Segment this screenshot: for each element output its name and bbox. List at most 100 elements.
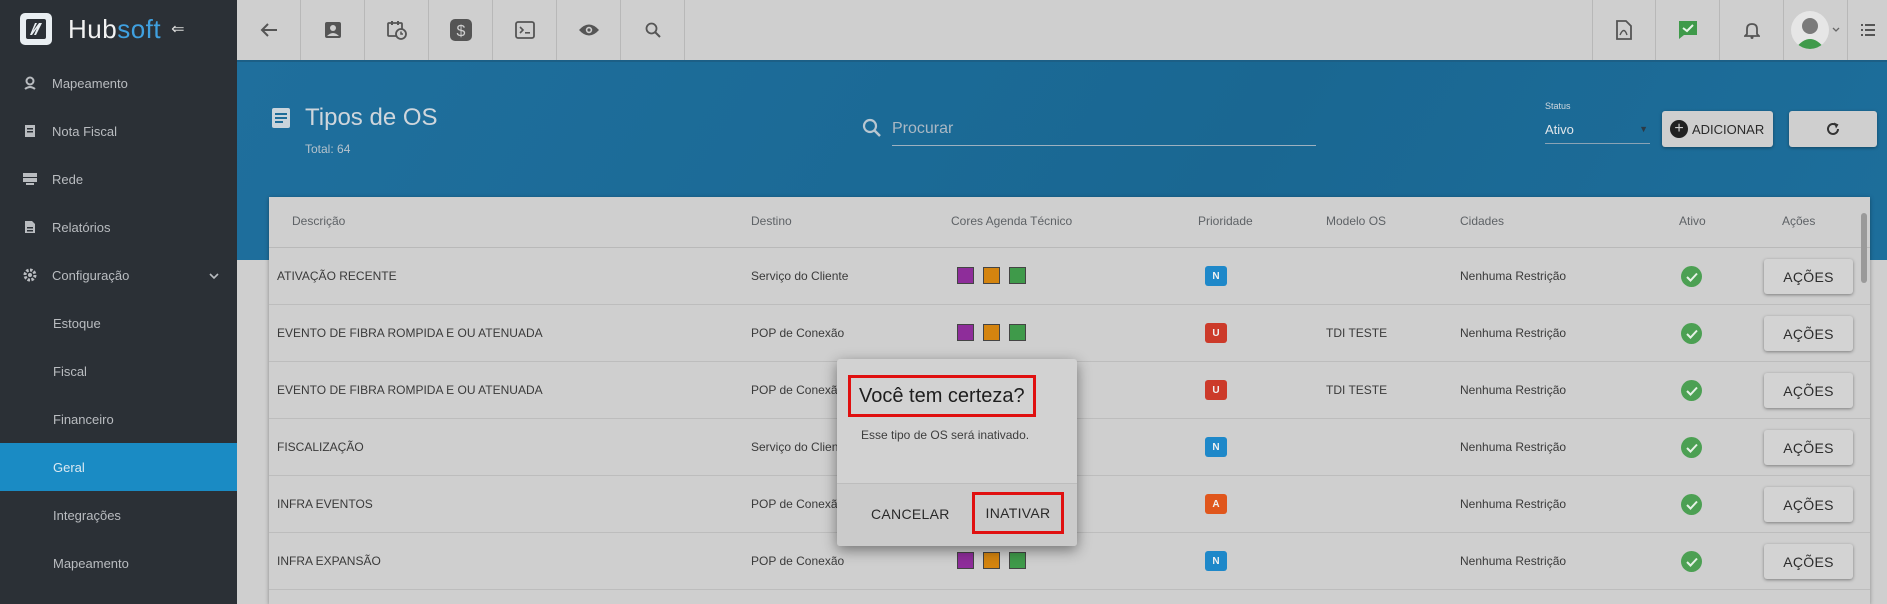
- search-icon: [645, 22, 661, 38]
- server-icon: [22, 172, 38, 186]
- color-swatch: [983, 324, 1000, 341]
- sidebar-item-label: Financeiro: [53, 411, 114, 427]
- chevron-down-icon: [1832, 27, 1840, 32]
- cell-cidades: Nenhuma Restrição: [1460, 269, 1567, 283]
- color-swatch: [1009, 552, 1026, 569]
- color-swatch: [957, 552, 974, 569]
- acoes-button[interactable]: AÇÕES: [1764, 544, 1853, 579]
- sidebar-item-financeiro[interactable]: Financeiro: [0, 395, 237, 443]
- sidebar-item-relatorios[interactable]: Relatórios: [0, 203, 237, 251]
- sidebar-item-label: Relatórios: [52, 219, 111, 235]
- inativar-button[interactable]: INATIVAR: [972, 492, 1064, 534]
- cell-descricao: INFRA EVENTOS: [277, 497, 373, 511]
- cell-destino: POP de Conexão: [751, 326, 845, 340]
- sidebar-item-label: Integrações: [53, 507, 121, 523]
- cell-descricao: EVENTO DE FIBRA ROMPIDA E OU ATENUADA: [277, 383, 543, 397]
- sidebar-item-nota-fiscal[interactable]: Nota Fiscal: [0, 107, 237, 155]
- column-header-cidades[interactable]: Cidades: [1460, 214, 1504, 228]
- terminal-button[interactable]: [493, 0, 557, 60]
- add-button[interactable]: + ADICIONAR: [1662, 111, 1773, 147]
- receipt-icon: [22, 124, 38, 138]
- sidebar-item-label: Configuração: [52, 267, 130, 283]
- finance-button[interactable]: $: [429, 0, 493, 60]
- column-header-cores[interactable]: Cores Agenda Técnico: [951, 214, 1072, 228]
- cell-destino: POP de Conexão: [751, 497, 845, 511]
- refresh-button[interactable]: [1789, 111, 1877, 147]
- caret-down-icon: ▼: [1639, 124, 1648, 134]
- status-label: Status: [1545, 101, 1571, 111]
- sidebar: Hubsoft ⇐ Mapeamento Nota Fiscal Rede Re…: [0, 0, 237, 604]
- contact-button[interactable]: [301, 0, 365, 60]
- cell-cidades: Nenhuma Restrição: [1460, 554, 1567, 568]
- sidebar-item-integracoes[interactable]: Integrações: [0, 491, 237, 539]
- sidebar-item-mapeamento-sub[interactable]: Mapeamento: [0, 539, 237, 587]
- sidebar-item-rede[interactable]: Rede: [0, 155, 237, 203]
- gear-icon: [22, 268, 38, 282]
- hubsoft-logo-icon: [20, 13, 52, 45]
- approvals-button[interactable]: [1656, 0, 1720, 60]
- acoes-button[interactable]: AÇÕES: [1764, 487, 1853, 522]
- sidebar-item-label: Fiscal: [53, 363, 87, 379]
- priority-badge: N: [1205, 266, 1227, 286]
- collapse-menu-icon[interactable]: ⇐: [171, 19, 184, 39]
- notifications-button[interactable]: [1720, 0, 1784, 60]
- column-header-ativo[interactable]: Ativo: [1679, 214, 1706, 228]
- search-icon: [862, 118, 881, 137]
- acoes-button[interactable]: AÇÕES: [1764, 373, 1853, 408]
- map-pin-icon: [22, 76, 38, 90]
- sidebar-item-label: Estoque: [53, 315, 101, 331]
- priority-badge: A: [1205, 494, 1227, 514]
- cell-destino: Serviço do Cliente: [751, 440, 849, 454]
- total-count: Total: 64: [305, 142, 351, 156]
- column-header-prioridade[interactable]: Prioridade: [1198, 214, 1253, 228]
- sidebar-item-configuracao[interactable]: Configuração: [0, 251, 237, 299]
- column-header-destino[interactable]: Destino: [751, 214, 792, 228]
- more-menu-button[interactable]: [1848, 0, 1887, 60]
- priority-badge: U: [1205, 323, 1227, 343]
- check-message-icon: [1678, 21, 1697, 39]
- search-button[interactable]: [621, 0, 685, 60]
- list-menu-icon: [1860, 24, 1875, 36]
- pdf-button[interactable]: [1592, 0, 1656, 60]
- scrollbar[interactable]: [1860, 205, 1868, 603]
- active-check-icon: [1681, 323, 1702, 344]
- dialog-message: Esse tipo de OS será inativado.: [861, 428, 1030, 442]
- dialog-actions: CANCELAR INATIVAR: [837, 483, 1077, 546]
- color-swatch: [1009, 267, 1026, 284]
- sidebar-item-fiscal[interactable]: Fiscal: [0, 347, 237, 395]
- sidebar-item-label: Rede: [52, 171, 84, 187]
- sidebar-item-geral[interactable]: Geral: [0, 443, 237, 491]
- sidebar-item-mapeamento[interactable]: Mapeamento: [0, 59, 237, 107]
- cell-descricao: ATIVAÇÃO RECENTE: [277, 269, 397, 283]
- contact-card-icon: [324, 22, 341, 38]
- back-button[interactable]: [237, 0, 301, 60]
- table-row[interactable]: ATIVAÇÃO RECENTE Serviço do Cliente N Nenhu…: [269, 248, 1870, 305]
- column-header-modelo[interactable]: Modelo OS: [1326, 214, 1386, 228]
- eye-icon: [578, 24, 599, 36]
- acoes-button[interactable]: AÇÕES: [1764, 259, 1853, 294]
- priority-badge: U: [1205, 380, 1227, 400]
- cancel-button[interactable]: CANCELAR: [871, 506, 950, 522]
- page-title: Tipos de OS: [305, 104, 438, 131]
- column-header-descricao[interactable]: Descrição: [292, 214, 345, 228]
- scroll-thumb[interactable]: [1861, 213, 1867, 283]
- svg-text:$: $: [456, 23, 465, 40]
- table-header: Descrição Destino Cores Agenda Técnico P…: [269, 197, 1870, 248]
- acoes-button[interactable]: AÇÕES: [1764, 316, 1853, 351]
- table-row[interactable]: EVENTO DE FIBRA ROMPIDA E OU ATENUADA POP…: [269, 305, 1870, 362]
- sidebar-item-estoque[interactable]: Estoque: [0, 299, 237, 347]
- view-button[interactable]: [557, 0, 621, 60]
- cell-descricao: EVENTO DE FIBRA ROMPIDA E OU ATENUADA: [277, 326, 543, 340]
- acoes-button[interactable]: AÇÕES: [1764, 430, 1853, 465]
- status-select[interactable]: Ativo ▼: [1545, 116, 1650, 144]
- cell-modelo: TDI TESTE: [1326, 383, 1388, 397]
- sidebar-item-label: Nota Fiscal: [52, 123, 118, 139]
- search-input[interactable]: [892, 112, 1316, 146]
- cell-destino: POP de Conexão: [751, 383, 845, 397]
- user-menu-button[interactable]: [1784, 0, 1848, 60]
- logo-bar: Hubsoft ⇐: [0, 0, 237, 58]
- confirm-dialog: Você tem certeza? Esse tipo de OS será i…: [837, 359, 1077, 546]
- color-swatch: [983, 267, 1000, 284]
- pdf-file-icon: [1616, 20, 1632, 40]
- schedule-button[interactable]: [365, 0, 429, 60]
